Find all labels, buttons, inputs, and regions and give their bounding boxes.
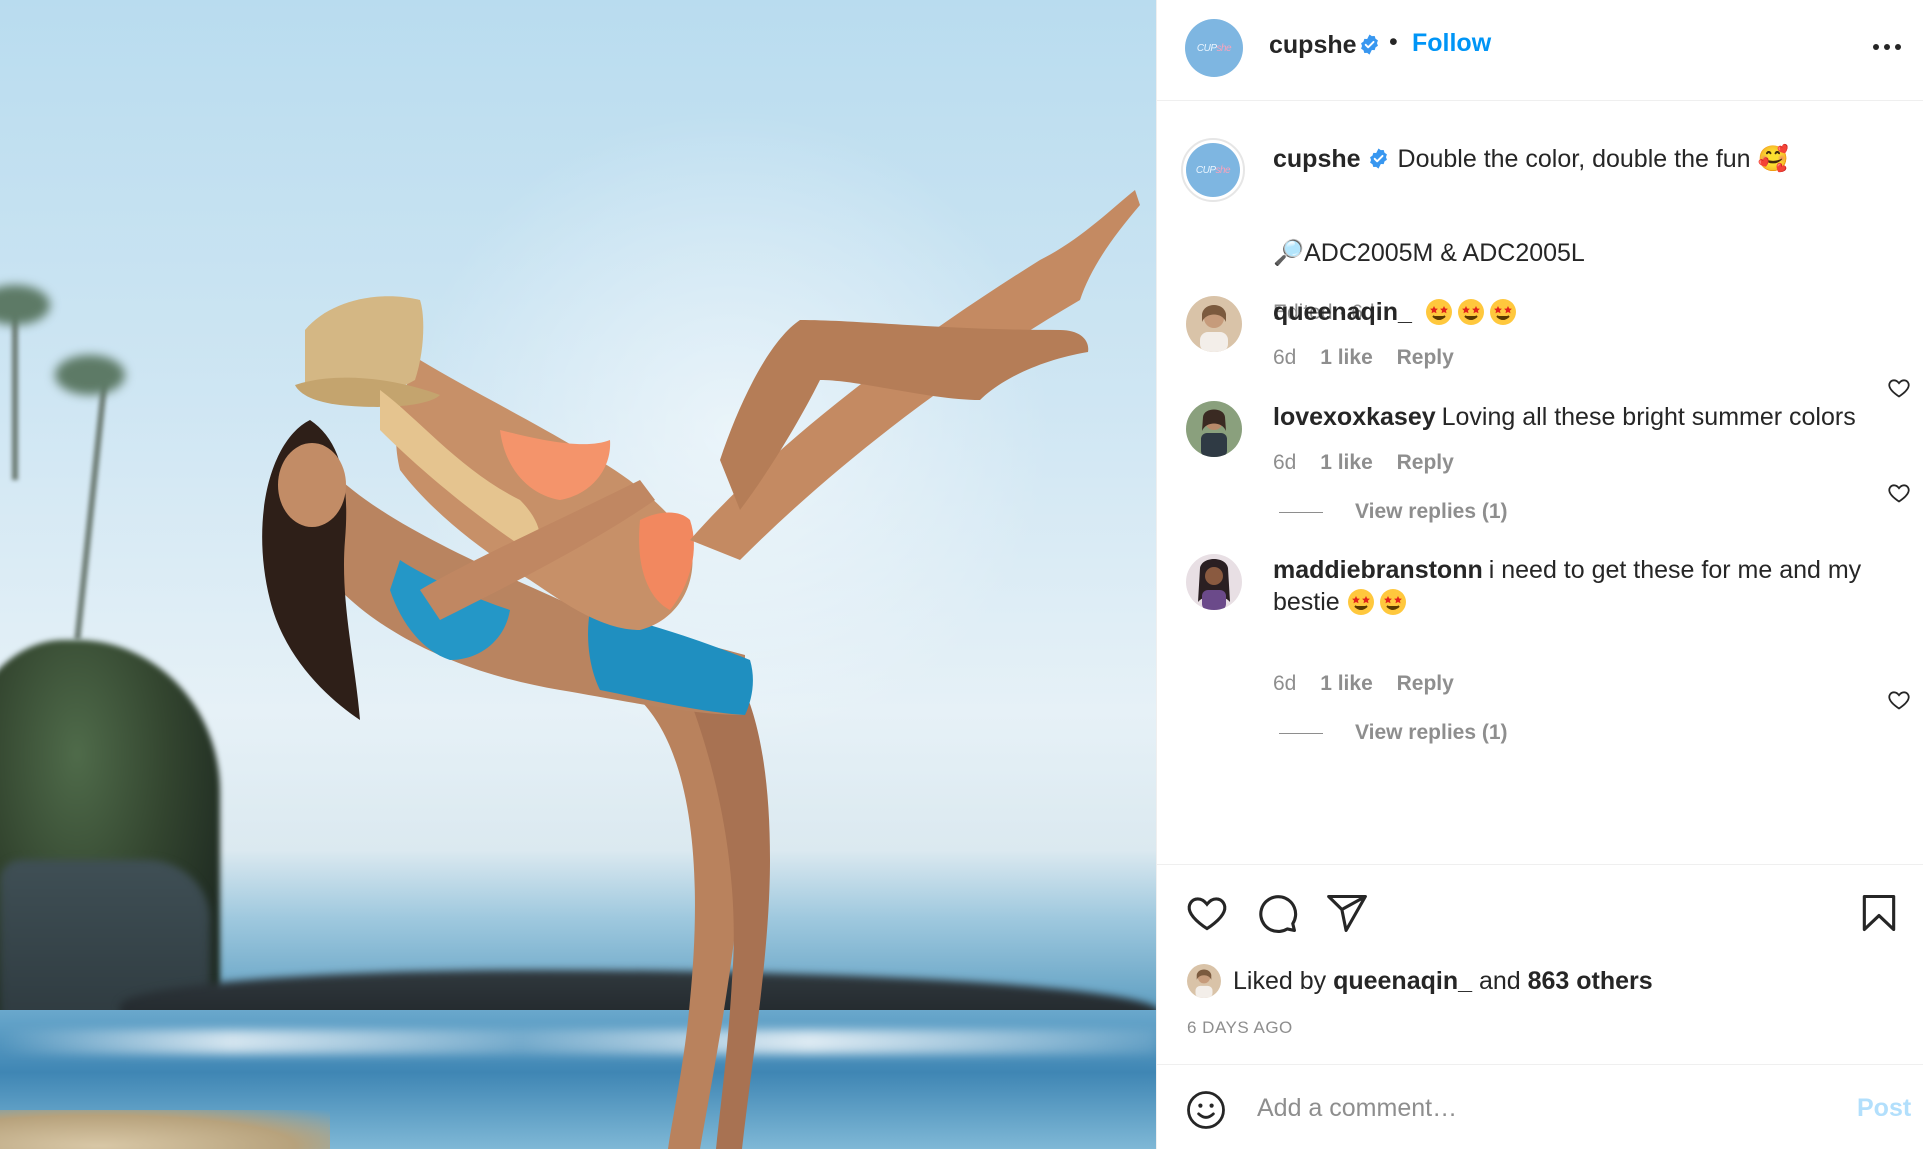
author-username[interactable]: cupshe bbox=[1269, 31, 1357, 60]
reply-button[interactable]: Reply bbox=[1397, 346, 1454, 369]
view-replies-button[interactable]: View replies (1) bbox=[1279, 500, 1508, 524]
commenter-username[interactable]: lovexoxkasey bbox=[1273, 403, 1436, 431]
comment-text: Loving all these bright summer colors bbox=[1441, 403, 1856, 431]
commenter-username[interactable]: maddiebranstonn bbox=[1273, 556, 1483, 584]
caption-username[interactable]: cupshe bbox=[1273, 145, 1361, 173]
header-separator: • bbox=[1389, 28, 1398, 56]
star-struck-emoji-icon bbox=[1347, 589, 1374, 615]
comment-emojis bbox=[1425, 298, 1521, 326]
author-avatar[interactable]: CUPshe bbox=[1185, 19, 1243, 77]
liker-avatar[interactable] bbox=[1187, 964, 1221, 998]
follow-button[interactable]: Follow bbox=[1412, 29, 1491, 58]
star-struck-emoji-icon bbox=[1379, 589, 1406, 615]
caption-product-codes: 🔎ADC2005M & ADC2005L bbox=[1273, 239, 1585, 267]
post-timestamp[interactable]: 6 DAYS AGO bbox=[1187, 1018, 1293, 1038]
add-comment-bar: Post bbox=[1157, 1064, 1923, 1149]
liked-by-and: and bbox=[1478, 966, 1521, 995]
comment-like-heart-icon[interactable] bbox=[1887, 376, 1911, 400]
view-replies-button[interactable]: View replies (1) bbox=[1279, 721, 1508, 745]
heart-icon[interactable] bbox=[1185, 891, 1229, 935]
emoji-picker-icon[interactable] bbox=[1185, 1089, 1227, 1131]
comment-text-line1: i need to get these for me and my bbox=[1488, 556, 1862, 584]
verified-badge-icon bbox=[1369, 148, 1387, 169]
comment-like-heart-icon[interactable] bbox=[1887, 481, 1911, 505]
verified-badge-icon bbox=[1361, 34, 1378, 55]
star-struck-emoji-icon bbox=[1425, 299, 1452, 325]
comment-like-heart-icon[interactable] bbox=[1887, 688, 1911, 712]
star-struck-emoji-icon bbox=[1489, 299, 1516, 325]
caption-avatar[interactable]: CUPshe bbox=[1181, 138, 1245, 202]
comment-icon[interactable] bbox=[1255, 891, 1299, 935]
post-header: CUPshe cupshe • Follow bbox=[1157, 0, 1923, 101]
bookmark-icon[interactable] bbox=[1857, 891, 1901, 935]
post-comment-button[interactable]: Post bbox=[1857, 1094, 1911, 1123]
comment-text-line2: bestie bbox=[1273, 588, 1340, 616]
post-image[interactable] bbox=[0, 0, 1156, 1149]
post-actions: Liked by queenaqin_ and 863 others 6 DAY… bbox=[1157, 864, 1923, 1064]
comment-input[interactable] bbox=[1257, 1085, 1817, 1131]
commenter-avatar[interactable] bbox=[1186, 296, 1242, 352]
liked-by-user[interactable]: queenaqin_ bbox=[1333, 967, 1472, 996]
people-illustration bbox=[262, 190, 1140, 1149]
reply-button[interactable]: Reply bbox=[1397, 672, 1454, 695]
caption-text: Double the color, double the fun 🥰 bbox=[1397, 145, 1789, 173]
share-icon[interactable] bbox=[1325, 891, 1369, 935]
commenter-avatar[interactable] bbox=[1186, 401, 1242, 457]
post-caption: cupshe Double the color, double the fun … bbox=[1273, 144, 1893, 324]
liked-by-others[interactable]: 863 others bbox=[1528, 967, 1653, 996]
comment-time: 6d bbox=[1273, 451, 1297, 474]
commenter-avatar[interactable] bbox=[1186, 554, 1242, 610]
post-panel: CUPshe cupshe • Follow CUPshe cupshe Dou… bbox=[1156, 0, 1923, 1149]
comments-section[interactable]: CUPshe cupshe Double the color, double t… bbox=[1157, 102, 1923, 864]
likes-summary: Liked by queenaqin_ and 863 others bbox=[1187, 961, 1653, 1001]
instagram-post-view: CUPshe cupshe • Follow CUPshe cupshe Dou… bbox=[0, 0, 1923, 1149]
comment-likes[interactable]: 1 like bbox=[1320, 451, 1373, 474]
commenter-username[interactable]: queenaqin_ bbox=[1273, 298, 1412, 326]
comment-likes[interactable]: 1 like bbox=[1320, 672, 1373, 695]
comment-time: 6d bbox=[1273, 346, 1297, 369]
star-struck-emoji-icon bbox=[1457, 299, 1484, 325]
comment-likes[interactable]: 1 like bbox=[1320, 346, 1373, 369]
comment-time: 6d bbox=[1273, 672, 1297, 695]
reply-button[interactable]: Reply bbox=[1397, 451, 1454, 474]
liked-by-label: Liked by bbox=[1233, 966, 1327, 995]
more-options-icon[interactable] bbox=[1867, 30, 1907, 60]
